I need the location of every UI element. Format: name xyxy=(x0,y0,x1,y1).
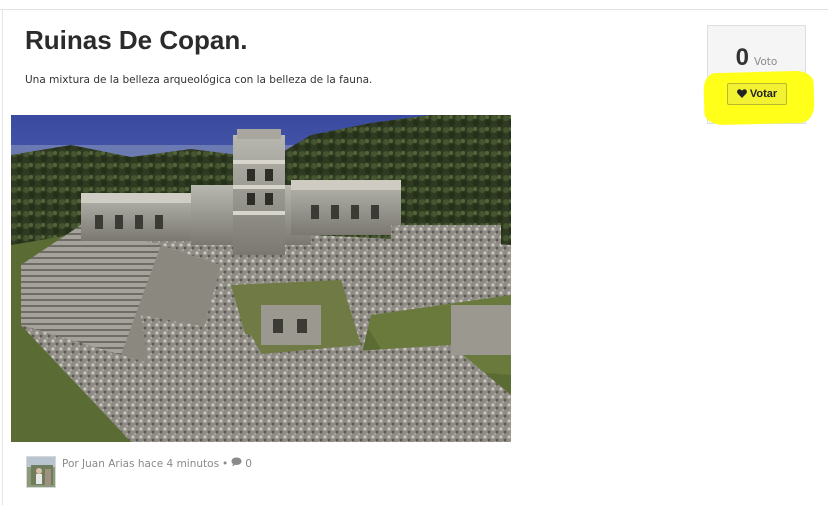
vote-button[interactable]: Votar xyxy=(727,83,787,105)
post-image[interactable] xyxy=(11,115,511,442)
post-page: Ruinas De Copan. Una mixtura de la belle… xyxy=(0,0,828,505)
author-avatar[interactable] xyxy=(26,456,56,488)
left-divider xyxy=(2,9,3,505)
heart-icon xyxy=(736,85,747,105)
author-link[interactable]: Juan Arias xyxy=(82,458,135,470)
post-title: Ruinas De Copan. xyxy=(25,25,248,55)
comment-icon[interactable] xyxy=(231,457,242,471)
comments-count[interactable]: 0 xyxy=(245,458,252,470)
ruins-photo xyxy=(11,115,511,442)
avatar-photo xyxy=(27,457,55,487)
vote-count: 0 xyxy=(735,44,749,71)
meta-separator: • xyxy=(222,458,229,470)
post-description: Una mixtura de la belleza arqueológica c… xyxy=(25,74,373,86)
vote-button-label: Votar xyxy=(749,88,778,100)
vote-unit-label: Voto xyxy=(754,56,778,68)
meta-time: hace 4 minutos xyxy=(137,458,220,470)
post-meta: Por Juan Arias hace 4 minutos • 0 xyxy=(62,457,252,471)
meta-by-prefix: Por xyxy=(62,458,79,470)
top-divider xyxy=(0,9,828,10)
vote-count-row: 0 Voto xyxy=(708,44,805,72)
